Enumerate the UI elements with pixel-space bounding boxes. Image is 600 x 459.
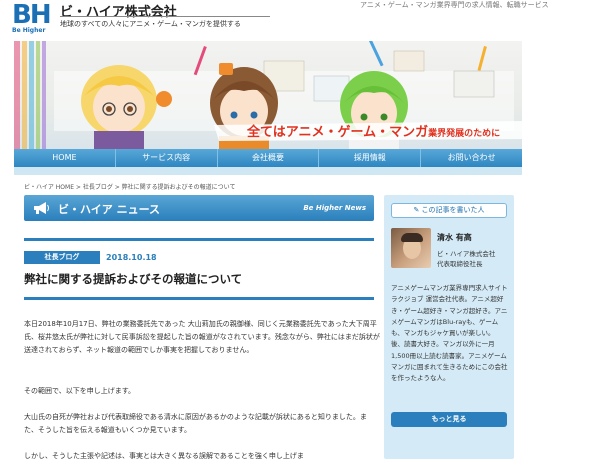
company-logo[interactable]: BH Be Higher <box>12 2 58 36</box>
category-badge[interactable]: 社長ブログ <box>24 251 100 264</box>
avatar <box>391 228 431 268</box>
more-button[interactable]: もっと見る <box>391 412 507 427</box>
post-paragraph: 大山氏の自死が弊社および代表取締役である清水に原因があるかのような記載が訴状にあ… <box>24 413 367 434</box>
post-date: 2018.10.18 <box>106 253 157 262</box>
news-subtitle: Be Higher News <box>303 204 366 212</box>
author-title: 代表取締役社長 <box>437 260 483 268</box>
site-header: BH Be Higher ビ・ハイア株式会社 地球のすべての人々にアニメ・ゲーム… <box>0 0 600 40</box>
nav-item-home[interactable]: HOME <box>14 149 116 167</box>
divider <box>60 16 270 17</box>
author-company: ビ・ハイア株式会社 <box>437 250 496 258</box>
author-bio: アニメゲームマンガ業界専門求人サイトラクジョブ 運営会社代表。アニメ超好き・ゲー… <box>391 284 508 383</box>
divider <box>24 297 374 300</box>
company-name[interactable]: ビ・ハイア株式会社 <box>60 1 177 20</box>
main-nav: HOME サービス内容 会社概要 採用情報 お問い合わせ <box>14 149 522 167</box>
megaphone-icon <box>34 202 49 214</box>
nav-item-recruit[interactable]: 採用情報 <box>319 149 422 167</box>
author-heading-label: この記事を書いた人 <box>421 206 485 214</box>
post-paragraph: しかし、そうした主張や記述は、事実とは大きく異なる誤解であることを強く申し上げま <box>24 452 304 459</box>
divider <box>24 238 374 241</box>
logo-letters: BH <box>12 0 52 30</box>
breadcrumb[interactable]: ビ・ハイア HOME > 社長ブログ > 弊社に関する提訴およびその報道について <box>24 182 236 191</box>
news-header-bar: ビ・ハイア ニュース Be Higher News <box>24 195 374 221</box>
author-heading-button[interactable]: ✎ この記事を書いた人 <box>391 203 507 218</box>
news-title: ビ・ハイア ニュース <box>58 203 161 216</box>
main-content: ビ・ハイア HOME > 社長ブログ > 弊社に関する提訴およびその報道について… <box>14 175 382 459</box>
post-paragraph: その範囲で、以下を申し上げます。 <box>24 387 136 395</box>
tagline: 地球のすべての人々にアニメ・ゲーム・マンガを提供する <box>60 20 241 28</box>
banner-slogan-sub: 業界発展のために <box>428 129 501 139</box>
header-description: アニメ・ゲーム・マンガ業界専門の求人情報、転職サービス <box>360 1 549 9</box>
nav-item-services[interactable]: サービス内容 <box>116 149 218 167</box>
banner-slogan-main: 全てはアニメ・ゲーム・マンガ <box>247 125 429 140</box>
nav-item-company[interactable]: 会社概要 <box>218 149 320 167</box>
nav-item-contact[interactable]: お問い合わせ <box>421 149 522 167</box>
hero-banner: 全てはアニメ・ゲーム・マンガ業界発展のために <box>14 41 522 149</box>
post-title: 弊社に関する提訴およびその報道について <box>24 272 243 286</box>
post-paragraph: 本日2018年10月17日、弊社の業務委託先であった 大山莉加氏の親御様、同じく… <box>24 320 380 354</box>
author-sidebar: ✎ この記事を書いた人 清水 有高 ビ・ハイア株式会社 代表取締役社長 アニメゲ… <box>384 195 514 459</box>
author-name: 清水 有高 <box>437 233 472 242</box>
banner-slogan: 全てはアニメ・ゲーム・マンガ業界発展のために <box>247 121 500 140</box>
logo-subtext: Be Higher <box>12 27 46 34</box>
nav-underbar <box>14 167 522 175</box>
pencil-icon: ✎ <box>413 206 422 214</box>
avatar-hair <box>401 233 423 242</box>
